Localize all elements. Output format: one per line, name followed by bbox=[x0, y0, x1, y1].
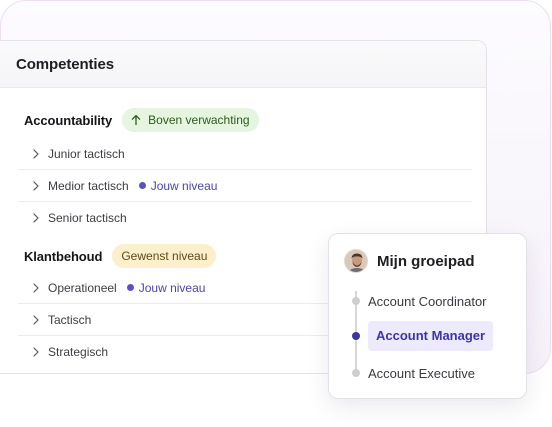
badge-label: Gewenst niveau bbox=[121, 249, 208, 263]
level-label: Medior tactisch bbox=[48, 178, 129, 193]
group-label: Klantbehoud bbox=[24, 248, 103, 264]
growth-path-header: Mijn groeipad bbox=[344, 249, 475, 273]
level-label: Strategisch bbox=[48, 345, 109, 359]
group-header: Accountability Boven verwachting bbox=[0, 108, 486, 132]
chevron-right-icon bbox=[30, 212, 42, 224]
your-level-tag: Jouw niveau bbox=[126, 280, 206, 295]
path-step-account-executive[interactable]: Account Executive bbox=[329, 358, 526, 388]
chevron-right-icon bbox=[30, 282, 42, 294]
growth-path-card: Mijn groeipad Account Coordinator Accoun… bbox=[328, 233, 527, 399]
step-node-active-icon bbox=[352, 332, 360, 340]
status-badge: Gewenst niveau bbox=[112, 244, 217, 268]
level-row-senior-tactisch[interactable]: Senior tactisch bbox=[18, 202, 472, 234]
level-row-medior-tactisch[interactable]: Medior tactisch Jouw niveau bbox=[18, 170, 472, 202]
your-level-tag: Jouw niveau bbox=[138, 178, 218, 193]
path-step-account-coordinator[interactable]: Account Coordinator bbox=[329, 286, 526, 316]
arrow-up-icon bbox=[131, 114, 141, 126]
status-badge: Boven verwachting bbox=[122, 108, 259, 132]
badge-label: Boven verwachting bbox=[148, 113, 250, 127]
path-step-account-manager[interactable]: Account Manager bbox=[329, 321, 526, 351]
competency-group-accountability: Accountability Boven verwachting bbox=[0, 108, 486, 132]
level-label: Operationeel bbox=[48, 280, 117, 295]
chevron-right-icon bbox=[30, 314, 42, 326]
step-node-icon bbox=[352, 297, 360, 305]
level-label: Junior tactisch bbox=[48, 146, 125, 161]
level-row-junior-tactisch[interactable]: Junior tactisch bbox=[18, 138, 472, 170]
level-dot-icon bbox=[138, 182, 146, 189]
level-dot-icon bbox=[126, 284, 134, 291]
chevron-right-icon bbox=[30, 148, 42, 160]
step-label: Account Coordinator bbox=[368, 293, 487, 309]
your-level-label: Jouw niveau bbox=[150, 178, 218, 193]
chevron-right-icon bbox=[30, 346, 42, 358]
avatar bbox=[344, 249, 368, 273]
group-label: Accountability bbox=[24, 112, 113, 128]
level-label: Senior tactisch bbox=[48, 211, 127, 225]
card-title: Competenties bbox=[16, 55, 114, 73]
your-level-label: Jouw niveau bbox=[138, 280, 206, 295]
level-label: Tactisch bbox=[48, 312, 92, 327]
level-list: Junior tactisch Medior tactisch Jouw niv… bbox=[18, 138, 472, 234]
card-header: Competenties bbox=[0, 41, 486, 88]
step-node-icon bbox=[352, 369, 360, 377]
growth-path-title: Mijn groeipad bbox=[377, 252, 475, 270]
step-label-active: Account Manager bbox=[368, 321, 494, 351]
step-label: Account Executive bbox=[368, 365, 475, 381]
chevron-right-icon bbox=[30, 180, 42, 192]
person-icon bbox=[345, 250, 367, 272]
